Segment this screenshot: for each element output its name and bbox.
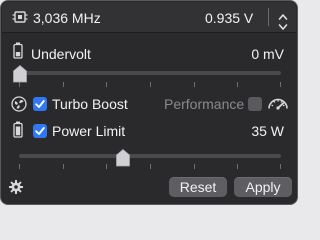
slider-tick (150, 164, 151, 169)
undervolt-slider-track (19, 71, 281, 75)
battery-icon (13, 121, 23, 143)
header-divider (268, 8, 269, 26)
power-limit-label: Power Limit (52, 123, 126, 139)
cpu-voltage: 0.935 V (205, 10, 254, 26)
turbo-fan-icon (11, 96, 27, 117)
undervolt-label: Undervolt (31, 46, 91, 62)
power-limit-checkbox[interactable] (33, 124, 47, 138)
performance-checkbox[interactable] (248, 97, 262, 111)
turbo-panel: 3,036 MHz 0.935 V Undervolt 0 mV Turbo B… (0, 0, 298, 205)
gear-icon[interactable] (9, 180, 23, 199)
cpu-chip-icon (12, 10, 28, 29)
undervolt-value: 0 mV (251, 46, 284, 62)
status-header: 3,036 MHz 0.935 V (2, 2, 296, 33)
reset-button[interactable]: Reset (169, 177, 227, 197)
slider-tick (106, 164, 107, 169)
power-limit-value: 35 W (251, 123, 284, 139)
cpu-frequency: 3,036 MHz (33, 10, 101, 26)
apply-button[interactable]: Apply (234, 177, 292, 197)
slider-tick (237, 82, 238, 87)
battery-icon (13, 42, 23, 64)
chevron-down-icon[interactable] (278, 18, 288, 36)
power-limit-slider-track (19, 154, 281, 158)
slider-tick (194, 82, 195, 87)
slider-tick (194, 164, 195, 169)
slider-tick (150, 82, 151, 87)
slider-tick (237, 164, 238, 169)
power-limit-slider-thumb[interactable] (116, 148, 130, 172)
turbo-boost-label: Turbo Boost (52, 96, 128, 112)
performance-label: Performance (164, 96, 245, 112)
power-limit-slider[interactable] (13, 145, 287, 171)
slider-tick (63, 82, 64, 87)
slider-tick (19, 164, 20, 169)
turbo-boost-checkbox[interactable] (33, 97, 47, 111)
undervolt-slider-thumb[interactable] (13, 64, 27, 88)
slider-tick (280, 82, 281, 87)
slider-tick (63, 164, 64, 169)
undervolt-slider[interactable] (13, 63, 287, 89)
speedometer-icon (267, 95, 289, 116)
slider-tick (280, 164, 281, 169)
slider-tick (106, 82, 107, 87)
